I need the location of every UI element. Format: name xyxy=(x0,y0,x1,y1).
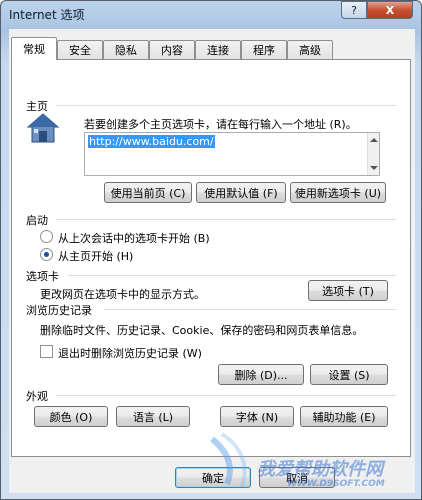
languages-button[interactable]: 语言 (L) xyxy=(116,406,190,427)
watermark-url: WWW.D9SOFT.COM xyxy=(287,479,385,489)
watermark-text: 我爱帮助软件网 xyxy=(257,459,383,480)
divider xyxy=(104,309,396,310)
use-new-tab-button[interactable]: 使用新选项卡 (U) xyxy=(290,182,386,203)
tab-privacy[interactable]: 隐私 xyxy=(103,40,149,59)
divider xyxy=(68,275,396,276)
browsing-history-description: 删除临时文件、历史记录、Cookie、保存的密码和网页表单信息。 xyxy=(40,324,364,337)
general-tab-panel: 主页 若要创建多个主页选项卡，请在每行输入一个地址 (R)。 http://ww… xyxy=(11,59,411,457)
home-icon xyxy=(26,113,60,143)
browsing-history-heading: 浏览历史记录 xyxy=(26,304,92,317)
appearance-heading: 外观 xyxy=(26,390,48,403)
scroll-down-arrow-icon[interactable] xyxy=(370,166,378,170)
divider xyxy=(56,105,396,106)
tabs-settings-button[interactable]: 选项卡 (T) xyxy=(308,280,388,301)
tab-advanced[interactable]: 高级 xyxy=(287,40,333,59)
home-page-description: 若要创建多个主页选项卡，请在每行输入一个地址 (R)。 xyxy=(84,118,357,131)
internet-options-window: Internet 选项 ? X 常规 安全 隐私 内容 连接 程序 高级 主页 … xyxy=(0,0,422,500)
colors-button[interactable]: 颜色 (O) xyxy=(34,406,108,427)
divider xyxy=(56,395,396,396)
use-default-button[interactable]: 使用默认值 (F) xyxy=(196,182,286,203)
tab-general[interactable]: 常规 xyxy=(11,37,57,60)
tabs-description: 更改网页在选项卡中的显示方式。 xyxy=(40,288,205,301)
tab-content[interactable]: 内容 xyxy=(149,40,195,59)
delete-on-exit-label[interactable]: 退出时删除浏览历史记录 (W) xyxy=(58,345,202,361)
help-button[interactable]: ? xyxy=(341,1,367,19)
fonts-button[interactable]: 字体 (N) xyxy=(220,406,294,427)
delete-on-exit-checkbox[interactable] xyxy=(40,345,53,358)
divider xyxy=(56,219,396,220)
startup-heading: 启动 xyxy=(26,214,48,227)
start-last-session-label[interactable]: 从上次会话中的选项卡开始 (B) xyxy=(58,230,210,246)
home-page-url-input[interactable]: http://www.baidu.com/ xyxy=(84,132,380,176)
tab-security[interactable]: 安全 xyxy=(57,40,103,59)
start-last-session-radio[interactable] xyxy=(40,230,53,243)
home-page-url-text: http://www.baidu.com/ xyxy=(88,135,215,148)
history-settings-button[interactable]: 设置 (S) xyxy=(310,364,388,385)
tabs-heading: 选项卡 xyxy=(26,270,59,283)
start-home-page-label[interactable]: 从主页开始 (H) xyxy=(58,248,133,264)
window-title: Internet 选项 xyxy=(9,8,85,22)
dialog-client-area: 常规 安全 隐私 内容 连接 程序 高级 主页 若要创建多个主页选项卡，请在每行… xyxy=(9,29,415,493)
tab-programs[interactable]: 程序 xyxy=(241,40,287,59)
accessibility-button[interactable]: 辅助功能 (E) xyxy=(300,406,388,427)
start-home-page-radio[interactable] xyxy=(40,248,53,261)
use-current-button[interactable]: 使用当前页 (C) xyxy=(104,182,192,203)
url-scrollbar[interactable] xyxy=(367,133,379,175)
delete-history-button[interactable]: 删除 (D)... xyxy=(218,364,304,385)
scroll-up-arrow-icon[interactable] xyxy=(370,138,378,142)
tab-connections[interactable]: 连接 xyxy=(195,40,241,59)
close-button[interactable]: X xyxy=(367,1,413,19)
